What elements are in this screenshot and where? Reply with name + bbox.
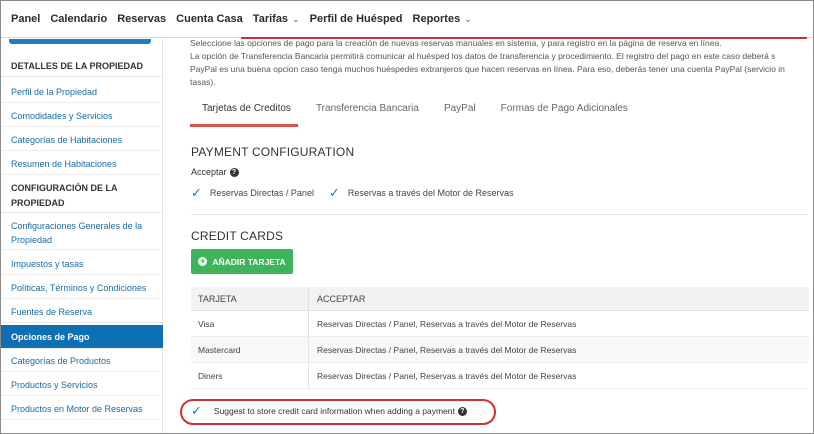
- sidebar-item-categorias-habitaciones[interactable]: Categorías de Habitaciones: [1, 129, 163, 151]
- app-window: Panel Calendario Reservas Cuenta Casa Ta…: [0, 0, 814, 434]
- tab-transferencia-bancaria[interactable]: Transferencia Bancaria: [316, 101, 419, 117]
- description-line: La opción de Transferencia Bancaria perm…: [190, 51, 776, 61]
- accept-label: Acceptar ?: [191, 167, 239, 177]
- checkmark-icon: ✓: [191, 403, 202, 418]
- table-cell-card: Mastercard: [191, 337, 309, 362]
- nav-panel[interactable]: Panel: [11, 13, 40, 25]
- checkmark-icon: ✓: [191, 185, 202, 200]
- description: Seleccione las opciones de pago para la …: [190, 37, 810, 89]
- table-header: TARJETA ACCEPTAR: [191, 287, 809, 311]
- nav-tarifas-label: Tarifas: [252, 13, 289, 25]
- tab-formas-pago-adicionales[interactable]: Formas de Pago Adicionales: [501, 101, 628, 117]
- table-cell-accept: Reservas Directas / Panel, Reservas a tr…: [317, 344, 577, 355]
- sidebar-item-configuraciones-generales[interactable]: Configuraciones Generales de la Propieda…: [1, 216, 163, 250]
- add-card-button[interactable]: + AÑADIR TARJETA: [191, 249, 293, 274]
- suggest-label: Suggest to store credit card information…: [213, 406, 455, 416]
- table-header-tarjeta: TARJETA: [191, 287, 309, 310]
- accept-option-label: Reservas a través del Motor de Reservas: [347, 188, 514, 198]
- sidebar: DETALLES DE LA PROPIEDAD Perfil de la Pr…: [1, 39, 163, 433]
- table-row[interactable]: Diners Reservas Directas / Panel, Reserv…: [191, 363, 809, 389]
- table-row[interactable]: Mastercard Reservas Directas / Panel, Re…: [191, 337, 809, 363]
- sidebar-section-heading: DETALLES DE LA PROPIEDAD: [1, 57, 163, 77]
- checkmark-icon: ✓: [329, 185, 340, 200]
- chevron-down-icon: ⌄: [464, 13, 472, 24]
- sidebar-item-politicas[interactable]: Políticas, Términos y Condiciones: [1, 277, 163, 299]
- sidebar-item-categorias-productos[interactable]: Categorías de Productos: [1, 350, 163, 372]
- nav-panel-label: Panel: [11, 13, 41, 25]
- sidebar-item-opciones-pago[interactable]: Opciones de Pago: [1, 325, 163, 349]
- sidebar-item-perfil-propiedad[interactable]: Perfil de la Propiedad: [1, 81, 163, 103]
- table-cell-accept: Reservas Directas / Panel, Reservas a tr…: [317, 318, 577, 329]
- cards-table: TARJETA ACCEPTAR Visa Reservas Directas …: [191, 287, 809, 389]
- description-line: PayPal es una buena opcion caso tenga mu…: [190, 64, 785, 74]
- nav-reservas[interactable]: Reservas: [117, 13, 166, 25]
- description-line: tasas).: [190, 77, 216, 87]
- accept-option-label: Reservas Directas / Panel: [209, 188, 314, 198]
- table-cell-card: Visa: [191, 311, 309, 336]
- sidebar-item-comodidades[interactable]: Comodidades y Servicios: [1, 105, 163, 127]
- nav-tarifas[interactable]: Tarifas ⌄: [253, 13, 300, 25]
- help-icon[interactable]: ?: [457, 406, 467, 416]
- sidebar-item-impuestos[interactable]: Impuestos y tasas: [1, 253, 163, 275]
- section-divider: [191, 214, 809, 215]
- payment-config-title: PAYMENT CONFIGURATION: [191, 145, 355, 159]
- sidebar-item-fuentes-reserva[interactable]: Fuentes de Reserva: [1, 301, 163, 323]
- sidebar-top-button[interactable]: [9, 39, 151, 44]
- nav-calendario-label: Calendario: [50, 13, 108, 25]
- chevron-down-icon: ⌄: [292, 13, 300, 24]
- accept-option-directas[interactable]: ✓ Reservas Directas / Panel: [191, 185, 314, 200]
- accept-option-motor[interactable]: ✓ Reservas a través del Motor de Reserva…: [329, 185, 514, 200]
- sidebar-section-heading: CONFIGURACIÓN DE LA PROPIEDAD: [1, 179, 163, 213]
- nav-reportes[interactable]: Reportes ⌄: [413, 13, 472, 25]
- sidebar-item-productos-motor[interactable]: Productos en Motor de Reservas: [1, 398, 163, 420]
- nav-perfil-huesped-label: Perfil de Huésped: [309, 13, 403, 25]
- accept-label-text: Acceptar: [191, 167, 227, 177]
- table-header-acceptar: ACCEPTAR: [317, 293, 366, 304]
- nav-cuenta-casa-label: Cuenta Casa: [176, 13, 243, 25]
- nav-reservas-label: Reservas: [117, 13, 167, 25]
- table-cell-accept: Reservas Directas / Panel, Reservas a tr…: [317, 370, 577, 381]
- tab-tarjetas-creditos[interactable]: Tarjetas de Creditos: [202, 101, 291, 117]
- tab-paypal[interactable]: PayPal: [444, 101, 476, 117]
- table-cell-card: Diners: [191, 363, 309, 388]
- suggest-store-card-option[interactable]: ✓ Suggest to store credit card informati…: [191, 403, 467, 418]
- top-nav: Panel Calendario Reservas Cuenta Casa Ta…: [1, 1, 813, 38]
- active-tab-underline: [190, 124, 298, 127]
- nav-perfil-huesped[interactable]: Perfil de Huésped: [310, 13, 403, 25]
- credit-cards-title: CREDIT CARDS: [191, 229, 284, 243]
- plus-icon: +: [198, 256, 208, 266]
- table-row[interactable]: Visa Reservas Directas / Panel, Reservas…: [191, 311, 809, 337]
- sidebar-item-productos-servicios[interactable]: Productos y Servicios: [1, 374, 163, 396]
- nav-reportes-label: Reportes: [412, 13, 461, 25]
- nav-calendario[interactable]: Calendario: [50, 13, 107, 25]
- description-line: Seleccione las opciones de pago para la …: [190, 38, 722, 48]
- nav-cuenta-casa[interactable]: Cuenta Casa: [176, 13, 243, 25]
- main-content: Seleccione las opciones de pago para la …: [163, 37, 813, 433]
- help-icon[interactable]: ?: [229, 167, 239, 177]
- sidebar-item-resumen-habitaciones[interactable]: Resumen de Habitaciones: [1, 153, 163, 175]
- add-card-label: AÑADIR TARJETA: [212, 256, 286, 267]
